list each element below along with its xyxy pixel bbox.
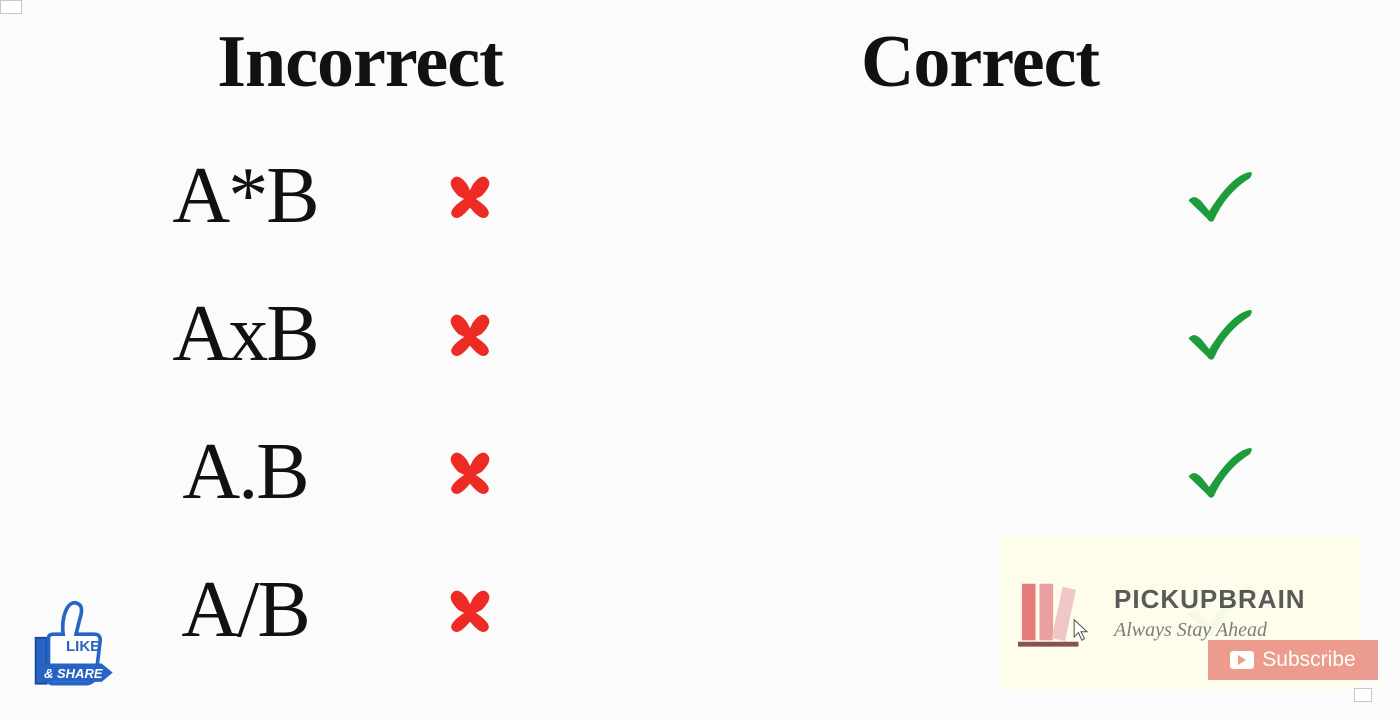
mark-cell (410, 443, 530, 501)
cross-icon (441, 305, 499, 363)
check-icon (1184, 307, 1256, 361)
play-icon (1230, 651, 1254, 669)
cross-icon (441, 443, 499, 501)
like-label: LIKE (66, 638, 100, 655)
mark-cell (1160, 169, 1280, 223)
subscribe-label: Subscribe (1262, 648, 1355, 672)
cross-icon (441, 581, 499, 639)
incorrect-rows: A*B AxB A.B (80, 155, 640, 651)
check-icon (1184, 445, 1256, 499)
row-item: A.B (80, 431, 640, 513)
brand-title: PICKUPBRAIN (1114, 584, 1306, 615)
share-label: & SHARE (44, 666, 103, 681)
heading-correct: Correct (861, 20, 1099, 105)
heading-incorrect: Incorrect (217, 20, 502, 105)
expression-text: AxB (80, 289, 410, 380)
expression-text: A/B (80, 565, 410, 656)
row-item: A/B (80, 569, 640, 651)
cross-icon (441, 167, 499, 225)
brand-text: PICKUPBRAIN Always Stay Ahead (1114, 584, 1306, 642)
crop-marker-bottom-right (1354, 688, 1372, 702)
brand-tagline: Always Stay Ahead (1114, 619, 1306, 642)
column-incorrect: Incorrect A*B AxB A.B (80, 20, 640, 651)
mark-cell (1160, 445, 1280, 499)
subscribe-button[interactable]: Subscribe (1208, 640, 1378, 680)
mark-cell (410, 167, 530, 225)
row-item: AxB (80, 293, 640, 375)
mark-cell (1160, 307, 1280, 361)
row-item: A*B (80, 155, 640, 237)
mark-cell (410, 581, 530, 639)
row-item (640, 293, 1320, 375)
crop-marker-top-left (0, 0, 22, 14)
check-icon (1184, 169, 1256, 223)
expression-text: A*B (80, 151, 410, 242)
row-item (640, 155, 1320, 237)
cursor-icon (1072, 618, 1090, 642)
mark-cell (410, 305, 530, 363)
expression-text: A.B (80, 427, 410, 518)
row-item (640, 431, 1320, 513)
like-share-badge[interactable]: LIKE & SHARE (10, 592, 120, 702)
